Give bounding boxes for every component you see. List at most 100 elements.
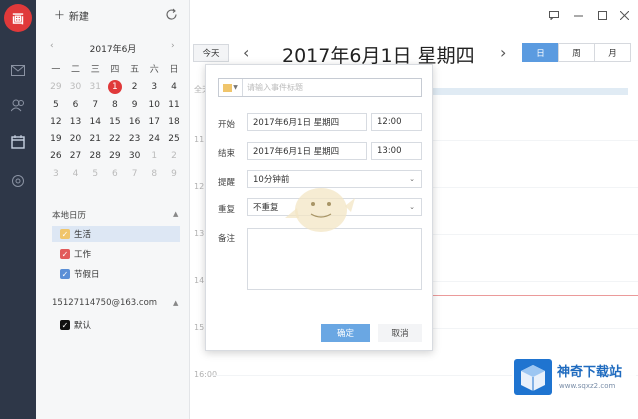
day-cell[interactable]: 9 <box>164 166 184 183</box>
chevron-down-icon: ⌄ <box>409 203 415 211</box>
day-cell[interactable]: 6 <box>66 97 86 114</box>
day-cell[interactable]: 28 <box>85 148 105 165</box>
day-number: 2 <box>171 151 177 162</box>
confirm-button[interactable]: 确定 <box>321 324 370 342</box>
close-icon[interactable] <box>617 8 631 22</box>
cancel-button[interactable]: 取消 <box>378 324 422 342</box>
checkbox-icon[interactable]: ✓ <box>60 269 70 279</box>
day-cell[interactable]: 29 <box>105 148 125 165</box>
calendar-item[interactable]: ✓ 工作 <box>52 246 180 262</box>
end-time-field[interactable]: 13:00 <box>371 142 422 160</box>
color-picker[interactable]: ▼ <box>219 79 243 96</box>
checkbox-icon[interactable]: ✓ <box>60 320 70 330</box>
day-cell[interactable]: 8 <box>105 97 125 114</box>
watermark-url: www.sqxz2.com <box>559 382 616 390</box>
day-cell[interactable]: 23 <box>125 131 145 148</box>
day-cell-today[interactable]: 1 <box>105 79 125 96</box>
day-cell[interactable]: 7 <box>85 97 105 114</box>
day-cell[interactable]: 14 <box>85 114 105 131</box>
day-cell[interactable]: 2 <box>125 79 145 96</box>
day-cell[interactable]: 7 <box>125 166 145 183</box>
day-cell[interactable]: 1 <box>144 148 164 165</box>
calendar-item[interactable]: ✓ 默认 <box>52 317 180 333</box>
day-cell[interactable]: 8 <box>144 166 164 183</box>
day-cell[interactable]: 5 <box>85 166 105 183</box>
day-cell[interactable]: 30 <box>66 79 86 96</box>
view-tab[interactable]: 日 <box>522 43 559 62</box>
start-label: 开始 <box>218 120 236 130</box>
day-cell[interactable]: 6 <box>105 166 125 183</box>
day-cell[interactable]: 17 <box>144 114 164 131</box>
day-number: 7 <box>131 168 138 179</box>
day-number: 9 <box>131 99 138 110</box>
day-number: 5 <box>92 168 99 179</box>
day-number: 25 <box>168 134 180 145</box>
feedback-icon[interactable] <box>547 8 561 22</box>
day-number: 23 <box>128 134 141 145</box>
mini-calendar-title: 2017年6月 <box>89 45 137 55</box>
start-time-field[interactable]: 12:00 <box>371 113 422 131</box>
prev-day-icon[interactable]: ‹ <box>243 43 249 62</box>
day-number: 1 <box>107 80 122 95</box>
maximize-icon[interactable] <box>595 8 609 22</box>
day-cell[interactable]: 5 <box>46 97 66 114</box>
day-number: 24 <box>148 134 160 145</box>
day-number: 30 <box>69 82 82 93</box>
mascot-watermark-icon <box>281 178 357 238</box>
day-number: 6 <box>112 168 118 179</box>
day-cell[interactable]: 19 <box>46 131 66 148</box>
calendar-item[interactable]: ✓ 节假日 <box>52 266 180 282</box>
checkbox-icon[interactable]: ✓ <box>60 229 70 239</box>
view-tab[interactable]: 周 <box>558 43 595 62</box>
day-number: 31 <box>89 82 101 93</box>
day-cell[interactable]: 15 <box>105 114 125 131</box>
weekday-header: 四 <box>110 65 120 75</box>
day-cell[interactable]: 10 <box>144 97 164 114</box>
new-event-button[interactable]: + 新建 <box>54 8 89 23</box>
day-cell[interactable]: 2 <box>164 148 184 165</box>
day-cell[interactable]: 18 <box>164 114 184 131</box>
day-cell[interactable]: 9 <box>125 97 145 114</box>
minimize-icon[interactable] <box>571 8 585 22</box>
day-number: 20 <box>69 134 82 145</box>
day-cell[interactable]: 27 <box>66 148 86 165</box>
day-cell[interactable]: 3 <box>46 166 66 183</box>
day-cell[interactable]: 16 <box>125 114 145 131</box>
day-cell[interactable]: 4 <box>164 79 184 96</box>
calendar-icon[interactable] <box>10 134 26 150</box>
day-cell[interactable]: 11 <box>164 97 184 114</box>
refresh-icon[interactable] <box>165 8 179 22</box>
checkbox-icon[interactable]: ✓ <box>60 249 70 259</box>
day-number: 26 <box>50 151 62 162</box>
collapse-arrow-icon[interactable]: ▲ <box>173 210 178 218</box>
day-cell[interactable]: 24 <box>144 131 164 148</box>
day-cell[interactable]: 22 <box>105 131 125 148</box>
day-number: 3 <box>151 82 158 93</box>
today-button[interactable]: 今天 <box>193 44 229 62</box>
day-cell[interactable]: 4 <box>66 166 86 183</box>
end-date-field[interactable]: 2017年6月1日 星期四 <box>247 142 367 160</box>
settings-icon[interactable] <box>10 173 26 189</box>
day-cell[interactable]: 30 <box>125 148 145 165</box>
day-number: 12 <box>50 116 62 127</box>
event-title-input[interactable] <box>243 79 421 96</box>
next-day-icon[interactable]: › <box>500 43 506 62</box>
day-cell[interactable]: 26 <box>46 148 66 165</box>
day-cell[interactable]: 21 <box>85 131 105 148</box>
day-cell[interactable]: 3 <box>144 79 164 96</box>
day-cell[interactable]: 20 <box>66 131 86 148</box>
contacts-icon[interactable] <box>10 97 26 113</box>
day-cell[interactable]: 12 <box>46 114 66 131</box>
view-tab[interactable]: 月 <box>594 43 631 62</box>
day-number: 17 <box>148 116 160 127</box>
end-label: 结束 <box>218 149 236 159</box>
mini-next-month-icon[interactable]: › <box>171 41 175 51</box>
mail-icon[interactable] <box>10 62 26 78</box>
day-cell[interactable]: 29 <box>46 79 66 96</box>
day-cell[interactable]: 25 <box>164 131 184 148</box>
start-date-field[interactable]: 2017年6月1日 星期四 <box>247 113 367 131</box>
calendar-item[interactable]: ✓ 生活 <box>52 226 180 242</box>
collapse-arrow-icon[interactable]: ▲ <box>173 299 178 307</box>
day-cell[interactable]: 31 <box>85 79 105 96</box>
day-cell[interactable]: 13 <box>66 114 86 131</box>
